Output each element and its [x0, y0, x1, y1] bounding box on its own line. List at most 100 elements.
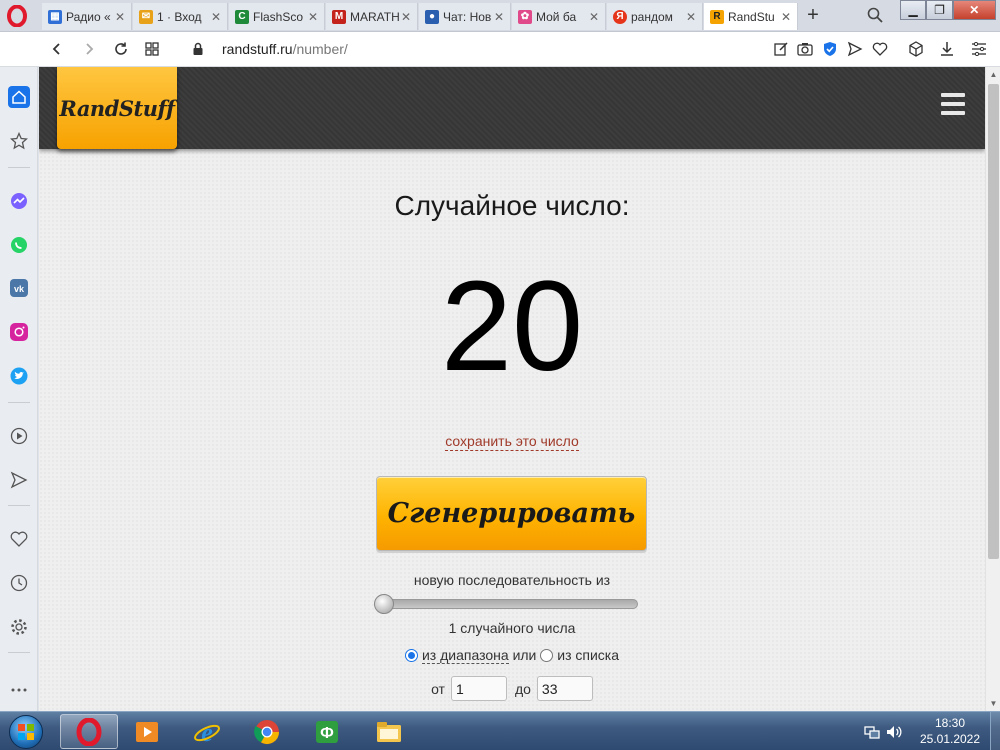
clock-time[interactable]: 18:30 — [910, 716, 990, 730]
history-clock-icon[interactable] — [8, 572, 30, 594]
tab-randstuff[interactable]: R RandStu ✕ — [704, 3, 798, 30]
tab-close-icon[interactable]: ✕ — [306, 10, 320, 24]
show-desktop-button[interactable] — [990, 712, 1000, 750]
window-controls: ▁ ❐ ✕ — [900, 0, 996, 20]
pinboard-heart-icon[interactable] — [8, 528, 30, 550]
instagram-icon[interactable] — [8, 321, 30, 343]
range-radio[interactable] — [404, 649, 418, 662]
more-dots-icon[interactable] — [8, 679, 30, 701]
download-icon[interactable] — [938, 40, 956, 58]
tab-label: Радио « — [66, 9, 111, 24]
tab-close-icon[interactable]: ✕ — [492, 10, 506, 24]
tab-yandex[interactable]: Я рандом ✕ — [607, 3, 703, 30]
network-icon[interactable] — [864, 724, 880, 740]
scroll-up-arrow-icon[interactable]: ▲ — [986, 67, 1000, 82]
start-button[interactable] — [4, 713, 48, 750]
randstuff-favicon-icon: R — [710, 9, 724, 24]
volume-icon[interactable] — [886, 724, 902, 740]
forward-icon[interactable] — [79, 39, 99, 59]
back-icon[interactable] — [47, 39, 67, 59]
mail-favicon-icon: ✉ — [139, 9, 153, 24]
tab-close-icon[interactable]: ✕ — [684, 10, 698, 24]
url-path: /number/ — [292, 41, 348, 57]
hamburger-menu-icon[interactable] — [941, 93, 965, 115]
taskbar-media-player[interactable] — [118, 714, 176, 749]
from-input[interactable] — [450, 676, 507, 701]
shield-icon[interactable] — [821, 40, 839, 58]
bookmarks-star-icon[interactable] — [8, 130, 30, 152]
minimize-button[interactable]: ▁ — [900, 0, 927, 20]
taskbar-opera[interactable] — [60, 714, 118, 749]
save-number-link[interactable]: сохранить это число — [445, 433, 579, 451]
messenger-icon[interactable] — [8, 190, 30, 212]
tab-label: MARATH — [350, 9, 399, 24]
edit-icon[interactable] — [772, 40, 790, 58]
new-tab-button[interactable]: + — [802, 5, 824, 27]
taskbar-app[interactable]: Ф — [298, 714, 356, 749]
taskbar-ie[interactable]: e — [178, 714, 236, 749]
site-header: RandStuff — [39, 67, 985, 149]
close-window-button[interactable]: ✕ — [952, 0, 996, 20]
generate-button[interactable]: Сгенерировать — [376, 476, 647, 551]
to-label: до — [514, 680, 531, 697]
speed-dial-icon[interactable] — [142, 39, 162, 59]
list-mode-label[interactable]: из списка — [557, 647, 619, 663]
page-scrollbar[interactable]: ▲ ▼ — [985, 67, 1000, 711]
svg-text:Ф: Ф — [320, 725, 334, 742]
reload-icon[interactable] — [111, 39, 131, 59]
clock-date[interactable]: 25.01.2022 — [910, 732, 990, 746]
tab-flashscore[interactable]: C FlashSco ✕ — [229, 3, 325, 30]
list-radio[interactable] — [540, 649, 554, 662]
camera-icon[interactable] — [796, 40, 814, 58]
cube-icon[interactable] — [907, 40, 925, 58]
send-icon[interactable] — [846, 40, 864, 58]
marathon-favicon-icon: M — [332, 9, 346, 24]
twitter-icon[interactable] — [8, 365, 30, 387]
easy-setup-icon[interactable] — [970, 40, 988, 58]
whatsapp-icon[interactable] — [8, 234, 30, 256]
opera-logo-icon[interactable] — [6, 4, 28, 28]
tab-radio[interactable]: ▦ Радио « ✕ — [42, 3, 132, 30]
range-mode-label[interactable]: из диапазона — [421, 647, 509, 664]
save-number-link-row: сохранить это число — [39, 433, 985, 451]
lock-icon[interactable] — [188, 39, 208, 59]
taskbar-explorer[interactable] — [360, 714, 418, 749]
maximize-button[interactable]: ❐ — [926, 0, 953, 20]
to-input[interactable] — [536, 676, 593, 701]
page-content: RandStuff Случайное число: 20 сохранить … — [39, 67, 985, 711]
svg-text:vk: vk — [14, 284, 25, 294]
from-label: от — [431, 680, 445, 697]
home-icon[interactable] — [8, 86, 30, 108]
heart-icon[interactable] — [871, 40, 889, 58]
tab-marathon[interactable]: M MARATH ✕ — [326, 3, 418, 30]
taskbar-chrome[interactable] — [238, 714, 296, 749]
tab-mail[interactable]: ✉ 1 · Вход ✕ — [133, 3, 228, 30]
tab-close-icon[interactable]: ✕ — [113, 10, 127, 24]
opera-icon — [76, 717, 102, 746]
tab-close-icon[interactable]: ✕ — [209, 10, 223, 24]
player-icon[interactable] — [8, 425, 30, 447]
count-slider-handle[interactable] — [374, 594, 394, 614]
tab-close-icon[interactable]: ✕ — [399, 10, 413, 24]
randstuff-logo[interactable]: RandStuff — [57, 67, 177, 149]
vk-icon[interactable]: vk — [8, 277, 30, 299]
url-field[interactable]: randstuff.ru/number/ — [222, 41, 348, 57]
tab-label: Чат: Нов — [443, 9, 492, 24]
flashscore-favicon-icon: C — [235, 9, 249, 24]
settings-gear-icon[interactable] — [8, 616, 30, 638]
mode-or-label: или — [512, 647, 537, 663]
tab-chat[interactable]: ● Чат: Нов ✕ — [419, 3, 511, 30]
tab-close-icon[interactable]: ✕ — [587, 10, 601, 24]
tab-close-icon[interactable]: ✕ — [779, 10, 793, 24]
count-slider[interactable] — [374, 594, 638, 614]
tab-search-icon[interactable] — [866, 6, 886, 26]
chat-favicon-icon: ● — [425, 9, 439, 24]
scroll-thumb[interactable] — [988, 84, 999, 559]
windows-logo-icon — [9, 714, 43, 749]
scroll-down-arrow-icon[interactable]: ▼ — [986, 696, 1000, 711]
tab-my-baby[interactable]: ✿ Мой ба ✕ — [512, 3, 606, 30]
tab-label: Мой ба — [536, 9, 577, 24]
my-flow-icon[interactable] — [8, 469, 30, 491]
logo-text: RandStuff — [59, 95, 175, 121]
chrome-icon — [254, 719, 279, 744]
